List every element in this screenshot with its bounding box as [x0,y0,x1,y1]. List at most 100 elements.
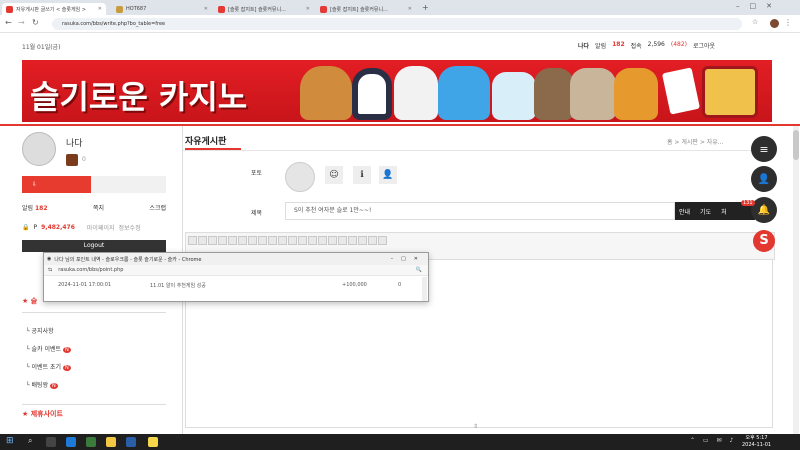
toolbar-button[interactable] [318,236,327,245]
mascot-bear-icon [300,66,352,120]
system-clock[interactable]: 오후 5:17 2024-11-01 [742,435,771,449]
toolbar-button[interactable] [268,236,277,245]
close-icon[interactable]: ✕ [98,6,102,12]
toolbar-button[interactable] [248,236,257,245]
section-divider [22,312,166,313]
user-nickname[interactable]: 나다 [578,41,589,50]
toolbar-button[interactable] [328,236,337,245]
new-tab-button[interactable]: + [422,3,429,12]
toolbar-button[interactable] [208,236,217,245]
chrome-icon[interactable] [86,437,96,447]
menu-hamburger-icon[interactable]: ≡ [751,136,777,162]
user-alert-count[interactable]: 182 [612,41,625,50]
tooltip-item[interactable]: 기도 [700,207,711,216]
mypage-link[interactable]: 마이페이지 [87,223,115,232]
user-alert-label: 알림 [595,43,607,50]
popup-titlebar[interactable]: ◉ 나다 님의 포인트 내역 - 슬로우크롬 - 슬롯 슬기로운 - 슬카 - … [44,253,428,265]
forward-icon[interactable]: → [18,18,25,27]
page-title: 자유게시판 [185,137,227,147]
scrollbar-thumb[interactable] [793,130,799,160]
toolbar-button[interactable] [368,236,377,245]
toolbar-button[interactable] [288,236,297,245]
tab-label: 자유게시판 글쓰기 < 슬롯게임 > [16,6,86,13]
info-button[interactable]: ℹ [353,166,371,184]
site-favicon-icon [116,5,123,13]
close-icon[interactable]: ✕ [204,6,208,12]
close-icon[interactable]: ✕ [408,6,412,12]
stat-scrap[interactable]: 스크랩 [149,203,166,212]
tab-slot-1[interactable]: [슬롯 잡지트] 슬롯커뮤니... ✕ [214,3,314,15]
sidebar-item-event[interactable]: └ 슬카 이벤트 N [26,344,71,353]
row-content: 11.01 알이 추천게임 성공 [150,283,206,289]
windows-start-icon[interactable]: ⊞ [6,436,14,446]
toolbar-button[interactable] [378,236,387,245]
photo-avatar[interactable] [285,162,315,192]
menu-dots-icon[interactable]: ⋮ [784,18,792,27]
stat-memo[interactable]: 쪽지 [93,203,104,212]
toolbar-button[interactable] [258,236,267,245]
window-controls[interactable]: –□✕ [736,2,782,10]
logout-button[interactable]: Logout [22,240,166,252]
system-tray-icons[interactable]: ⌃ ▭ ✉ ♪ [690,437,736,444]
resize-handle-icon[interactable]: ⇕ [473,423,478,430]
lock-icon: 🔒 [22,224,30,231]
zoom-icon[interactable]: 🔍 [416,267,428,273]
tab-write[interactable]: 자유게시판 글쓰기 < 슬롯게임 > ✕ [2,3,106,15]
stat-alert[interactable]: 알림 182 [22,203,48,212]
store-icon[interactable] [126,437,136,447]
row-balance: 0 [398,282,402,288]
sidebar-item-notice[interactable]: └ 공지사항 [26,326,71,335]
toolbar-button[interactable] [228,236,237,245]
tooltip-item[interactable]: 안내 [679,207,690,216]
bookmark-star-icon[interactable]: ☆ [752,18,758,26]
file-explorer-icon[interactable] [106,437,116,447]
toolbar-button[interactable] [348,236,357,245]
edit-info-link[interactable]: 정보수정 [119,223,141,232]
popup-title: 나다 님의 포인트 내역 - 슬로우크롬 - 슬롯 슬기로운 - 슬카 - Ch… [54,256,202,263]
toolbar-button[interactable] [278,236,287,245]
profile-points: 🔒 P 9,482,476 마이페이지 정보수정 [22,223,166,232]
sidebar-item-event-init[interactable]: └ 이벤트 초기 N [26,362,71,371]
sidebar-item-betting[interactable]: └ 배팅왕 N [26,380,71,389]
tab-slot-2[interactable]: [슬롯 잡지트] 슬롯커뮤니... ✕ [316,3,416,15]
profile-avatar[interactable] [22,132,56,166]
toolbar-button[interactable] [298,236,307,245]
toolbar-button[interactable] [238,236,247,245]
toolbar-button[interactable] [198,236,207,245]
site-info-icon[interactable]: ⇆ [48,267,52,273]
user-icon[interactable]: 👤 [751,166,777,192]
logout-link[interactable]: 로그아웃 [693,41,715,50]
progress-bar: ⇩ [22,176,166,193]
toolbar-button[interactable] [308,236,317,245]
app-icon[interactable] [148,437,158,447]
close-icon[interactable]: ✕ [306,6,310,12]
bell-icon[interactable]: 🔔 [751,197,777,223]
emoji-button[interactable]: ☺ [325,166,343,184]
toolbar-button[interactable] [338,236,347,245]
person-button[interactable]: 👤 [379,166,397,184]
popup-window-controls[interactable]: –□✕ [391,256,428,262]
toolbar-button[interactable] [218,236,227,245]
popup-scrollbar[interactable] [422,277,427,301]
task-view-icon[interactable] [46,437,56,447]
progress-fill: ⇩ [22,176,92,193]
subject-input[interactable]: S이 추천 여자분 슬로 1만~~! [285,202,675,220]
toolbar-button[interactable] [358,236,367,245]
page-scrollbar[interactable] [793,126,799,434]
address-bar: ← → ↻ rasuka.com/bbs/write.php?bo_table=… [0,15,800,33]
tooltip-item[interactable]: 처 [721,207,727,216]
edge-icon[interactable] [66,437,76,447]
tab-hot[interactable]: HOT687 ✕ [112,3,212,15]
user-access-label: 접속 [630,43,642,50]
points-label: P [33,224,38,231]
site-logo-s-icon[interactable]: S [753,230,775,252]
url-field[interactable]: rasuka.com/bbs/write.php?bo_table=free [52,18,742,30]
toolbar-button[interactable] [188,236,197,245]
popup-url[interactable]: rasuka.com/bbs/point.php [58,267,123,273]
reload-icon[interactable]: ↻ [32,18,39,27]
back-icon[interactable]: ← [5,18,12,27]
site-banner[interactable]: 슬기로운 카지노 [22,60,772,122]
search-icon[interactable]: ⌕ [28,436,32,446]
profile-avatar[interactable] [770,19,779,28]
site-top-bar: 11월 01일(금) 나다 알림 182 접속 2,596 (482) 로그아웃 [0,34,800,56]
